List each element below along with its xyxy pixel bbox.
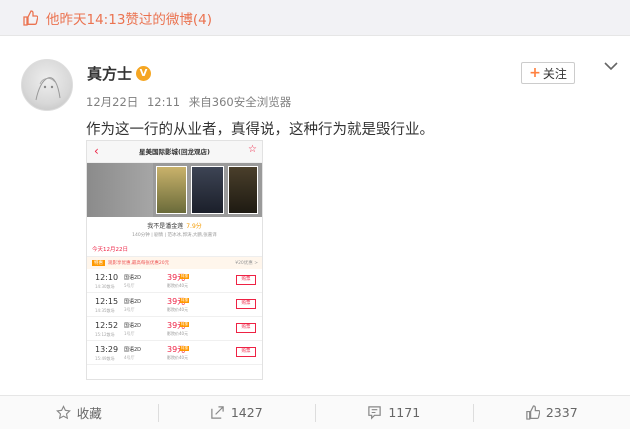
- showtime-hall: 4号厅: [124, 355, 135, 360]
- repost-icon: [211, 406, 224, 419]
- post-time[interactable]: 12:11: [147, 95, 180, 109]
- promo-tag: 特惠: [92, 260, 105, 266]
- promo-banner: 特惠 观影享优惠,最高每张优惠20元 ¥20优惠 >: [87, 257, 262, 269]
- buy-ticket-button: 购票: [236, 323, 256, 333]
- embedded-header: ‹ 星美国际影城(回龙观店) ☆: [87, 141, 262, 163]
- liked-header[interactable]: 他昨天14:13赞过的微博(4): [0, 0, 630, 36]
- poster-left: [87, 163, 153, 217]
- star-icon: [55, 405, 71, 420]
- showtime-language: 国语2D: [124, 323, 142, 329]
- post-date[interactable]: 12月22日: [86, 95, 138, 109]
- action-bar: 收藏 1427 1171 2337: [0, 395, 630, 429]
- buy-ticket-button: 购票: [236, 299, 256, 309]
- showtime-cinema-price: 影院价40元: [167, 331, 189, 336]
- plus-icon: +: [529, 65, 541, 81]
- poster-strip: [87, 163, 262, 217]
- showtime-badge: 特惠: [180, 346, 189, 351]
- showtime-language: 国语2D: [124, 347, 142, 353]
- post-meta: 12月22日 12:11 来自360安全浏览器: [86, 94, 296, 110]
- username[interactable]: 真方士: [87, 63, 132, 84]
- showtime-language: 国语2D: [124, 275, 142, 281]
- showtime-list: 12:10 14:30散场 国语2D 5号厅 39元 特惠 影院价40元 购票 12:15 14:…: [87, 269, 262, 365]
- thumb-up-icon: [23, 9, 38, 26]
- like-icon: [526, 405, 540, 420]
- follow-label: 关注: [542, 66, 567, 81]
- poster-third: [228, 166, 258, 214]
- weibo-feed-card: 他昨天14:13赞过的微博(4) 真方士 V 12月22日 12:11 来自36…: [0, 0, 630, 429]
- showtime-end: 14:35散场: [95, 308, 115, 313]
- showtime-time: 12:52: [95, 321, 119, 330]
- verified-icon: V: [136, 66, 151, 81]
- showtime-language: 国语2D: [124, 299, 142, 305]
- comment-button[interactable]: 1171: [315, 396, 473, 429]
- avatar[interactable]: [21, 59, 73, 111]
- movie-name-row: 我不是潘金莲 7.9分: [87, 221, 262, 230]
- star-icon: ☆: [248, 144, 257, 155]
- comment-count: 1171: [388, 405, 421, 420]
- source-prefix: 来自: [188, 95, 212, 109]
- showtime-end: 15:12散场: [95, 332, 115, 337]
- buy-ticket-button: 购票: [236, 275, 256, 285]
- showtime-row: 12:15 14:35散场 国语2D 3号厅 39元 特惠 影院价40元 购票: [87, 293, 262, 317]
- buy-ticket-button: 购票: [236, 347, 256, 357]
- repost-button[interactable]: 1427: [157, 396, 316, 429]
- showtime-hall: 5号厅: [124, 283, 135, 288]
- comment-icon: [368, 406, 382, 420]
- showtime-row: 12:10 14:30散场 国语2D 5号厅 39元 特惠 影院价40元 购票: [87, 269, 262, 293]
- promo-text: 观影享优惠,最高每张优惠20元: [108, 261, 170, 266]
- showtime-cinema-price: 影院价40元: [167, 307, 189, 312]
- post-text: 作为这一行的从业者，真得说，这种行为就是毁行业。: [86, 122, 434, 138]
- showtime-hall: 3号厅: [124, 307, 135, 312]
- showtime-time: 12:10: [95, 273, 119, 282]
- post-source[interactable]: 360安全浏览器: [212, 95, 291, 109]
- like-button[interactable]: 2337: [472, 396, 630, 429]
- favorite-label: 收藏: [76, 406, 102, 421]
- showtime-time: 12:15: [95, 297, 119, 306]
- promo-right: ¥20优惠 >: [235, 261, 258, 266]
- showtime-row: 13:29 15:49散场 国语2D 4号厅 39元 特惠 影院价40元 购票: [87, 341, 262, 365]
- repost-count: 1427: [230, 405, 263, 420]
- showtime-end: 15:49散场: [95, 356, 115, 361]
- cinema-title: 星美国际影城(回龙观店): [139, 148, 210, 156]
- liked-header-text: 他昨天14:13赞过的微博(4): [46, 11, 213, 28]
- poster-second: [191, 166, 224, 214]
- chevron-down-icon[interactable]: [603, 60, 619, 72]
- date-tab: 今天12月22日: [87, 238, 262, 257]
- showtime-badge: 特惠: [180, 322, 189, 327]
- like-count: 2337: [545, 405, 578, 420]
- post-image[interactable]: ‹ 星美国际影城(回龙观店) ☆ 我不是潘金莲 7.9分 140分钟 | 剧情 |…: [86, 140, 263, 380]
- showtime-badge: 特惠: [180, 298, 189, 303]
- showtime-cinema-price: 影院价40元: [167, 283, 189, 288]
- movie-score: 7.9分: [186, 223, 202, 230]
- movie-name: 我不是潘金莲: [147, 223, 184, 230]
- showtime-end: 14:30散场: [95, 284, 115, 289]
- showtime-hall: 1号厅: [124, 331, 135, 336]
- follow-button[interactable]: + 关注: [521, 62, 575, 84]
- favorite-button[interactable]: 收藏: [0, 396, 158, 429]
- showtime-cinema-price: 影院价40元: [167, 355, 189, 360]
- showtime-badge: 特惠: [180, 274, 189, 279]
- showtime-time: 13:29: [95, 345, 119, 354]
- poster-main: [156, 166, 187, 214]
- showtime-row: 12:52 15:12散场 国语2D 1号厅 39元 特惠 影院价40元 购票: [87, 317, 262, 341]
